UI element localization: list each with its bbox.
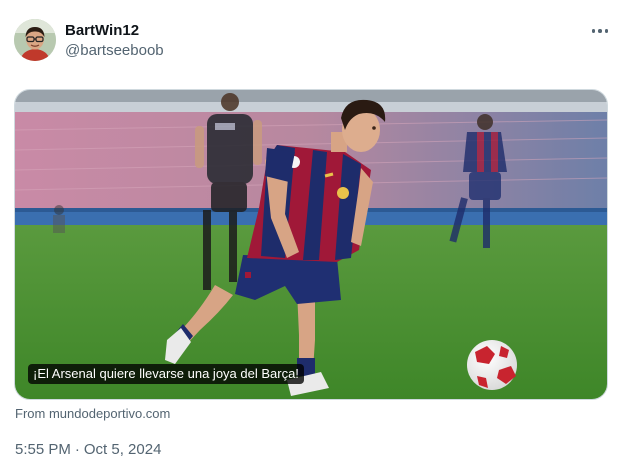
user-handle[interactable]: @bartseeboob [65, 41, 164, 61]
card-image [15, 90, 607, 399]
author-block: BartWin12 @bartseeboob [65, 22, 164, 61]
avatar-image [14, 19, 56, 61]
avatar[interactable] [14, 19, 56, 61]
link-card[interactable]: ¡El Arsenal quiere llevarse una joya del… [14, 89, 608, 400]
card-source: From mundodeportivo.com [15, 406, 170, 422]
tweet-timestamp[interactable]: 5:55 PM · Oct 5, 2024 [15, 440, 161, 460]
card-caption: ¡El Arsenal quiere llevarse una joya del… [28, 364, 304, 384]
source-domain-link[interactable]: mundodeportivo.com [49, 406, 170, 421]
more-options-button[interactable] [587, 22, 613, 40]
source-prefix: From [15, 406, 46, 421]
timestamp-date: Oct 5, 2024 [83, 441, 162, 458]
timestamp-separator: · [74, 441, 80, 458]
timestamp-time: 5:55 PM [15, 441, 71, 458]
more-horizontal-icon [591, 29, 609, 33]
display-name[interactable]: BartWin12 [65, 22, 164, 40]
tweet: BartWin12 @bartseeboob ¡El Arsenal quier… [0, 0, 627, 473]
